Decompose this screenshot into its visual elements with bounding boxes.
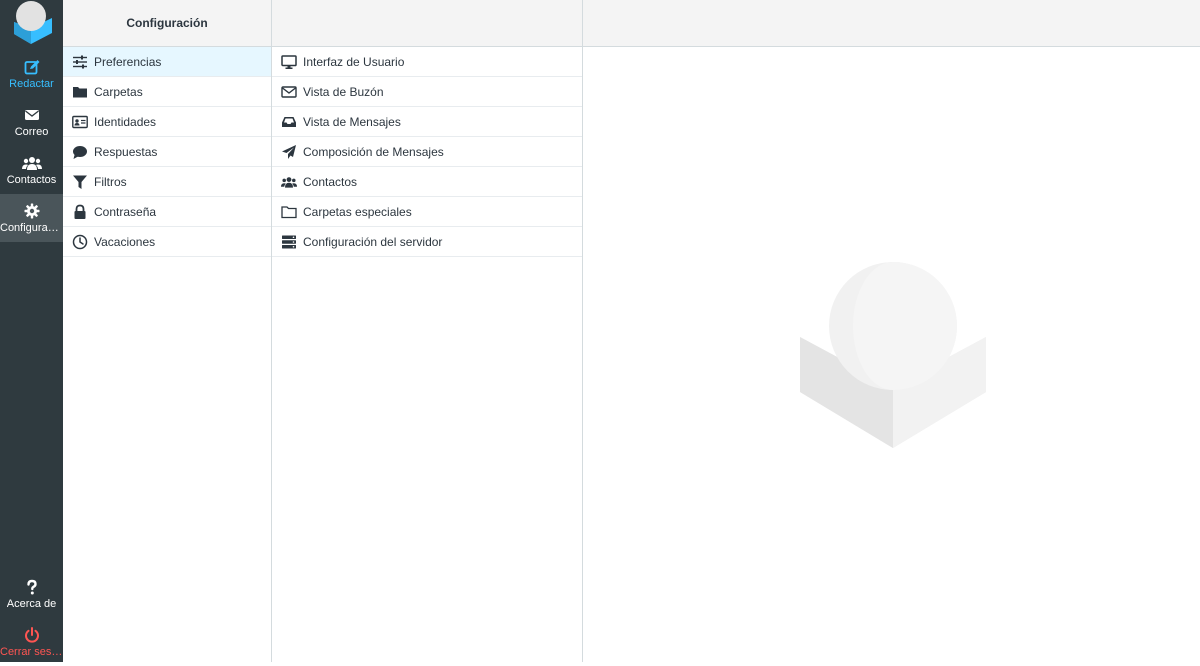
pref-special-folders[interactable]: Carpetas especiales bbox=[272, 197, 582, 227]
folder-outline-icon bbox=[281, 204, 297, 220]
section-label: Preferencias bbox=[94, 54, 162, 69]
users-icon bbox=[281, 174, 297, 190]
filter-icon bbox=[72, 174, 88, 190]
compose-button[interactable]: Redactar bbox=[0, 50, 63, 98]
question-icon bbox=[26, 579, 37, 594]
pref-label: Contactos bbox=[303, 174, 358, 189]
settings-sections-panel: Configuración Preferencias Carpetas Iden… bbox=[63, 0, 272, 662]
section-label: Contraseña bbox=[94, 204, 157, 219]
roundcube-logo[interactable] bbox=[0, 0, 63, 48]
pref-server-settings[interactable]: Configuración del servidor bbox=[272, 227, 582, 257]
content-header bbox=[583, 0, 1200, 47]
pref-label: Interfaz de Usuario bbox=[303, 54, 405, 69]
section-folders[interactable]: Carpetas bbox=[63, 77, 271, 107]
gear-icon bbox=[24, 203, 39, 218]
section-label: Carpetas bbox=[94, 84, 143, 99]
about-button[interactable]: Acerca de bbox=[0, 570, 63, 618]
folder-icon bbox=[72, 84, 88, 100]
mail-label: Correo bbox=[14, 125, 49, 138]
pref-mailbox-view[interactable]: Vista de Buzón bbox=[272, 77, 582, 107]
compose-label: Redactar bbox=[9, 77, 54, 90]
pref-contacts[interactable]: Contactos bbox=[272, 167, 582, 197]
pref-label: Composición de Mensajes bbox=[303, 144, 444, 159]
comment-icon bbox=[72, 144, 88, 160]
section-identities[interactable]: Identidades bbox=[63, 107, 271, 137]
pencil-square-icon bbox=[24, 59, 39, 74]
section-preferences[interactable]: Preferencias bbox=[63, 47, 271, 77]
about-label: Acerca de bbox=[6, 597, 57, 610]
roundcube-watermark-icon bbox=[800, 262, 986, 448]
section-vacation[interactable]: Vacaciones bbox=[63, 227, 271, 257]
paper-plane-icon bbox=[281, 144, 297, 160]
pref-user-interface[interactable]: Interfaz de Usuario bbox=[272, 47, 582, 77]
clock-icon bbox=[72, 234, 88, 250]
lock-icon bbox=[72, 204, 88, 220]
users-icon bbox=[21, 156, 42, 170]
preferences-list: Interfaz de Usuario Vista de Buzón Vista… bbox=[272, 47, 582, 257]
server-icon bbox=[281, 234, 297, 250]
settings-label: Configuraci… bbox=[0, 221, 63, 234]
section-password[interactable]: Contraseña bbox=[63, 197, 271, 227]
envelope-icon bbox=[24, 109, 39, 120]
content-pane bbox=[583, 0, 1200, 662]
id-card-icon bbox=[72, 114, 88, 130]
pref-label: Vista de Buzón bbox=[303, 84, 384, 99]
logout-button[interactable]: Cerrar sesión bbox=[0, 618, 63, 666]
preferences-header bbox=[272, 0, 582, 47]
preferences-panel: Interfaz de Usuario Vista de Buzón Vista… bbox=[272, 0, 583, 662]
power-icon bbox=[24, 626, 39, 643]
pref-message-composition[interactable]: Composición de Mensajes bbox=[272, 137, 582, 167]
settings-sections-list: Preferencias Carpetas Identidades Respue… bbox=[63, 47, 271, 257]
contacts-button[interactable]: Contactos bbox=[0, 146, 63, 194]
section-label: Identidades bbox=[94, 114, 157, 129]
pref-label: Configuración del servidor bbox=[303, 234, 443, 249]
section-responses[interactable]: Respuestas bbox=[63, 137, 271, 167]
section-filters[interactable]: Filtros bbox=[63, 167, 271, 197]
settings-title: Configuración bbox=[126, 16, 208, 30]
pref-label: Carpetas especiales bbox=[303, 204, 412, 219]
main-navigation: Redactar Correo Contactos Configuraci… A… bbox=[0, 0, 63, 662]
envelope-outline-icon bbox=[281, 84, 297, 100]
section-label: Filtros bbox=[94, 174, 127, 189]
settings-header: Configuración bbox=[63, 0, 271, 47]
monitor-icon bbox=[281, 54, 297, 70]
inbox-icon bbox=[281, 114, 297, 130]
contacts-label: Contactos bbox=[6, 173, 57, 186]
mail-button[interactable]: Correo bbox=[0, 98, 63, 146]
logout-label: Cerrar sesión bbox=[0, 645, 63, 658]
pref-message-view[interactable]: Vista de Mensajes bbox=[272, 107, 582, 137]
sliders-icon bbox=[72, 54, 88, 70]
pref-label: Vista de Mensajes bbox=[303, 114, 401, 129]
section-label: Vacaciones bbox=[94, 234, 156, 249]
section-label: Respuestas bbox=[94, 144, 158, 159]
settings-button[interactable]: Configuraci… bbox=[0, 194, 63, 242]
